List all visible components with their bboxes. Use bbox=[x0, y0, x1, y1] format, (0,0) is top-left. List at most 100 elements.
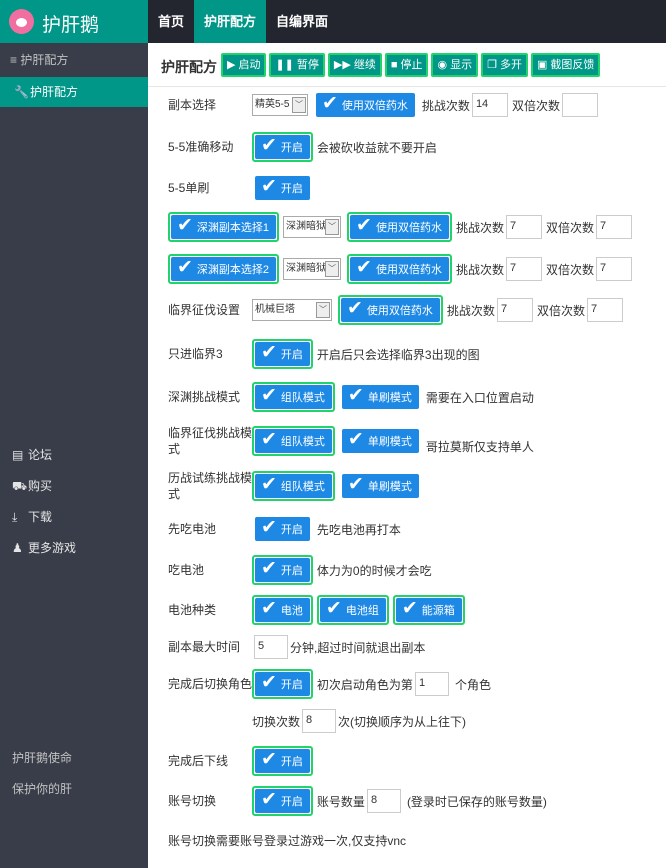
check-icon: ✔ bbox=[177, 215, 193, 236]
frontier-team-toggle[interactable]: ✔ 组队模式 bbox=[252, 426, 335, 456]
eat-row: 吃电池 ✔ 开启 体力为0的时候才会吃 bbox=[168, 553, 432, 587]
abyss1-toggle[interactable]: ✔ 深渊副本选择1 bbox=[168, 212, 280, 242]
download-icon: ⤓ bbox=[12, 510, 18, 524]
eat-toggle[interactable]: ✔ 开启 bbox=[252, 555, 313, 585]
sidebar-item-more-games[interactable]: ♟ 更多游戏 bbox=[12, 533, 76, 564]
check-icon: ✔ bbox=[347, 385, 364, 406]
frontier-challenge-input[interactable]: 7 bbox=[496, 298, 533, 322]
sidebar-item-recipe[interactable]: 🔧护肝配方 bbox=[0, 77, 148, 107]
start-button[interactable]: ▶ 启动 bbox=[221, 53, 267, 77]
only3-row: 只进临界3 ✔ 开启 开启后只会选择临界3出现的图 bbox=[168, 337, 480, 371]
account-row: 账号切换 ✔ 开启 账号数量 8 (登录时已保存的账号数量) bbox=[168, 784, 547, 818]
switch-role-toggle[interactable]: ✔ 开启 bbox=[252, 669, 313, 699]
dungeon-double-input[interactable] bbox=[561, 93, 598, 117]
top-bar: 护肝鹅 首页 护肝配方 自编界面 bbox=[0, 0, 666, 43]
single-row: 5-5单刷 ✔ 开启 bbox=[168, 171, 317, 205]
wrench-icon: 🔧 bbox=[14, 85, 29, 99]
eat-first-toggle[interactable]: ✔ 开启 bbox=[252, 514, 313, 544]
copy-icon: ❐ bbox=[487, 59, 497, 71]
abyss1-row: ✔ 深渊副本选择1 深渊暗狱 ﹀ ✔ 使用双倍药水 挑战次数 7 双倍次数 7 bbox=[168, 210, 634, 244]
abyss1-select[interactable]: 深渊暗狱 ﹀ bbox=[283, 216, 342, 238]
first-role-input[interactable]: 1 bbox=[414, 672, 449, 696]
frontier-double-input[interactable]: 7 bbox=[586, 298, 623, 322]
account-toggle[interactable]: ✔ 开启 bbox=[252, 786, 313, 816]
dungeon-row: 副本选择 精英5-5 ﹀ ✔ 使用双倍药水 挑战次数 14 双倍次数 bbox=[168, 88, 600, 122]
frontier-double-checkbox[interactable]: ✔ 使用双倍药水 bbox=[338, 295, 443, 325]
sidebar-protect[interactable]: 保护你的肝 bbox=[12, 774, 72, 805]
single-toggle[interactable]: ✔ 开启 bbox=[252, 173, 313, 203]
chevron-down-icon: ﹀ bbox=[316, 302, 330, 318]
battery-toggle[interactable]: ✔ 电池 bbox=[252, 595, 313, 625]
abyss2-challenge-input[interactable]: 7 bbox=[505, 257, 542, 281]
check-icon: ✔ bbox=[261, 517, 277, 538]
top-nav: 首页 护肝配方 自编界面 bbox=[148, 0, 338, 43]
check-icon: ✔ bbox=[261, 135, 277, 156]
nav-home[interactable]: 首页 bbox=[148, 0, 194, 43]
abyss2-toggle[interactable]: ✔ 深渊副本选择2 bbox=[168, 254, 280, 284]
account-count-input[interactable]: 8 bbox=[366, 789, 401, 813]
resume-button[interactable]: ▶▶ 继续 bbox=[327, 53, 382, 77]
max-time-input[interactable]: 5 bbox=[254, 635, 288, 659]
switch-count-input[interactable]: 8 bbox=[302, 709, 337, 733]
switch-count-row: 切换次数 8 次(切换顺序为从上往下) bbox=[252, 704, 466, 738]
only3-toggle[interactable]: ✔ 开启 bbox=[252, 339, 313, 369]
show-button[interactable]: ◉ 显示 bbox=[431, 53, 479, 77]
stop-button[interactable]: ■ 停止 bbox=[384, 53, 429, 77]
dungeon-double-checkbox[interactable]: ✔ 使用双倍药水 bbox=[313, 90, 418, 120]
check-icon: ✔ bbox=[261, 176, 277, 197]
check-icon: ✔ bbox=[347, 429, 364, 450]
energy-box-toggle[interactable]: ✔ 能源箱 bbox=[392, 595, 465, 625]
trial-team-toggle[interactable]: ✔ 组队模式 bbox=[252, 471, 335, 501]
nav-custom[interactable]: 自编界面 bbox=[266, 0, 338, 43]
precise-toggle[interactable]: ✔ 开启 bbox=[252, 132, 313, 162]
page-title: 护肝配方 bbox=[161, 59, 217, 75]
sidebar-header[interactable]: ≡ 护肝配方 bbox=[0, 43, 148, 77]
sidebar-mission[interactable]: 护肝鹅使命 bbox=[12, 743, 72, 774]
offline-toggle[interactable]: ✔ 开启 bbox=[252, 746, 313, 776]
abyss-solo-toggle[interactable]: ✔ 单刷模式 bbox=[338, 382, 422, 412]
goose-logo-icon bbox=[9, 9, 34, 34]
app-title: 护肝鹅 bbox=[42, 15, 100, 36]
offline-row: 完成后下线 ✔ 开启 bbox=[168, 744, 317, 778]
check-icon: ✔ bbox=[261, 474, 277, 495]
dungeon-challenge-input[interactable]: 14 bbox=[471, 93, 508, 117]
chevron-down-icon: ﹀ bbox=[325, 261, 340, 277]
trial-solo-toggle[interactable]: ✔ 单刷模式 bbox=[338, 471, 422, 501]
check-icon: ✔ bbox=[356, 215, 372, 236]
abyss-mode-row: 深渊挑战模式 ✔ 组队模式 ✔ 单刷模式 需要在入口位置启动 bbox=[168, 380, 534, 414]
comment-icon: ▤ bbox=[12, 448, 24, 462]
chevron-down-icon: ﹀ bbox=[325, 219, 340, 235]
toolbar: 护肝配方 ▶ 启动 ❚❚ 暂停 ▶▶ 继续 ■ 停止 ◉ 显示 ❐ 多开 ▣ 截图反馈 bbox=[148, 43, 666, 87]
abyss2-double-checkbox[interactable]: ✔ 使用双倍药水 bbox=[347, 254, 452, 284]
abyss-team-toggle[interactable]: ✔ 组队模式 bbox=[252, 382, 335, 412]
battery-pack-toggle[interactable]: ✔ 电池组 bbox=[316, 595, 389, 625]
image-icon: ▣ bbox=[536, 59, 548, 71]
frontier-solo-toggle[interactable]: ✔ 单刷模式 bbox=[338, 426, 422, 456]
frontier-select[interactable]: 机械巨塔 ﹀ bbox=[252, 299, 332, 321]
check-icon: ✔ bbox=[261, 429, 277, 450]
chevron-down-icon: ﹀ bbox=[292, 97, 306, 113]
abyss2-double-input[interactable]: 7 bbox=[596, 257, 632, 281]
max-time-row: 副本最大时间 5 分钟,超过时间就退出副本 bbox=[168, 630, 425, 664]
play-icon: ▶ bbox=[227, 59, 236, 71]
abyss2-select[interactable]: 深渊暗狱 ﹀ bbox=[283, 258, 342, 280]
nav-recipe[interactable]: 护肝配方 bbox=[194, 0, 267, 43]
game-icon: ♟ bbox=[12, 541, 23, 555]
pause-button[interactable]: ❚❚ 暂停 bbox=[269, 53, 325, 77]
forward-icon: ▶▶ bbox=[333, 59, 351, 71]
abyss1-double-checkbox[interactable]: ✔ 使用双倍药水 bbox=[347, 212, 452, 242]
cart-icon: ⛟ bbox=[12, 479, 28, 493]
frontier-mode-row: 临界征伐挑战模式 ✔ 组队模式 ✔ 单刷模式 哥拉莫斯仅支持单人 bbox=[168, 426, 534, 456]
check-icon: ✔ bbox=[356, 257, 372, 278]
sidebar-item-download[interactable]: ⤓ 下载 bbox=[12, 502, 76, 533]
screenshot-feedback-button[interactable]: ▣ 截图反馈 bbox=[530, 53, 601, 77]
sidebar-item-buy[interactable]: ⛟购买 bbox=[12, 471, 76, 502]
trial-mode-row: 历战试练挑战模式 ✔ 组队模式 ✔ 单刷模式 bbox=[168, 469, 426, 503]
abyss1-challenge-input[interactable]: 7 bbox=[505, 215, 542, 239]
abyss1-double-input[interactable]: 7 bbox=[596, 215, 632, 239]
precise-row: 5-5准确移动 ✔ 开启 会被砍收益就不要开启 bbox=[168, 130, 437, 164]
sidebar-item-forum[interactable]: ▤ 论坛 bbox=[12, 440, 76, 471]
check-icon: ✔ bbox=[261, 672, 277, 693]
dungeon-select[interactable]: 精英5-5 ﹀ bbox=[252, 94, 308, 116]
multi-button[interactable]: ❐ 多开 bbox=[481, 53, 528, 77]
